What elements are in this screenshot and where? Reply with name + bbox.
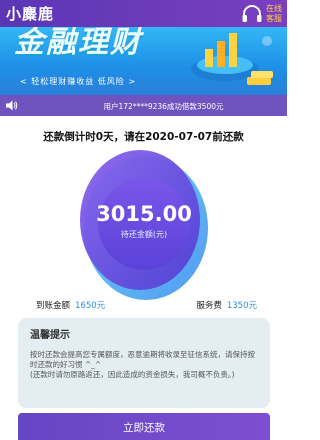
headset-icon	[242, 4, 262, 22]
support-label-line2: 客服	[266, 13, 282, 23]
received-value: 1650元	[75, 301, 106, 311]
support-label: 在线 客服	[265, 4, 283, 24]
tips-body: 按时还款会提高您专属额度，恶意逾期将收录至征信系统，请保持按时还款的好习惯 ^_…	[30, 350, 255, 379]
banner-illustration	[191, 33, 273, 85]
amount-ring: 3015.00 待还金额(元)	[80, 146, 208, 302]
fee-label: 服务费	[196, 301, 222, 311]
support-button[interactable]: 在线 客服	[241, 2, 283, 25]
amount-label: 待还金额(元)	[120, 230, 168, 239]
received-label: 到账金额	[36, 301, 71, 311]
banner-subline: < 轻松理财赚收益 低风险 >	[20, 77, 137, 86]
tips-card: 温馨提示 按时还款会提高您专属额度，恶意逾期将收录至征信系统，请保持按时还款的好…	[18, 318, 270, 408]
banner-headline: 金融理财	[14, 27, 142, 60]
tips-title: 温馨提示	[30, 330, 70, 341]
service-fee: 服务费 1350元	[196, 299, 257, 311]
app-title: 小麋鹿	[6, 5, 55, 23]
received-amount: 到账金额 1650元	[36, 299, 105, 311]
fee-value: 1350元	[226, 301, 257, 311]
notice-bar: 用户172****9236成功借款3500元	[0, 95, 287, 116]
notice-text: 用户172****9236成功借款3500元	[103, 102, 224, 111]
repay-now-button[interactable]: 立即还款	[18, 413, 270, 440]
app-header: 小麋鹿 在线 客服	[0, 0, 287, 27]
promo-banner[interactable]: 金融理财 < 轻松理财赚收益 低风险 >	[0, 27, 287, 95]
countdown-text: 还款倒计时0天，请在2020-07-07前还款	[43, 131, 244, 143]
amount-value: 3015.00	[96, 202, 192, 226]
support-label-line1: 在线	[266, 3, 282, 13]
